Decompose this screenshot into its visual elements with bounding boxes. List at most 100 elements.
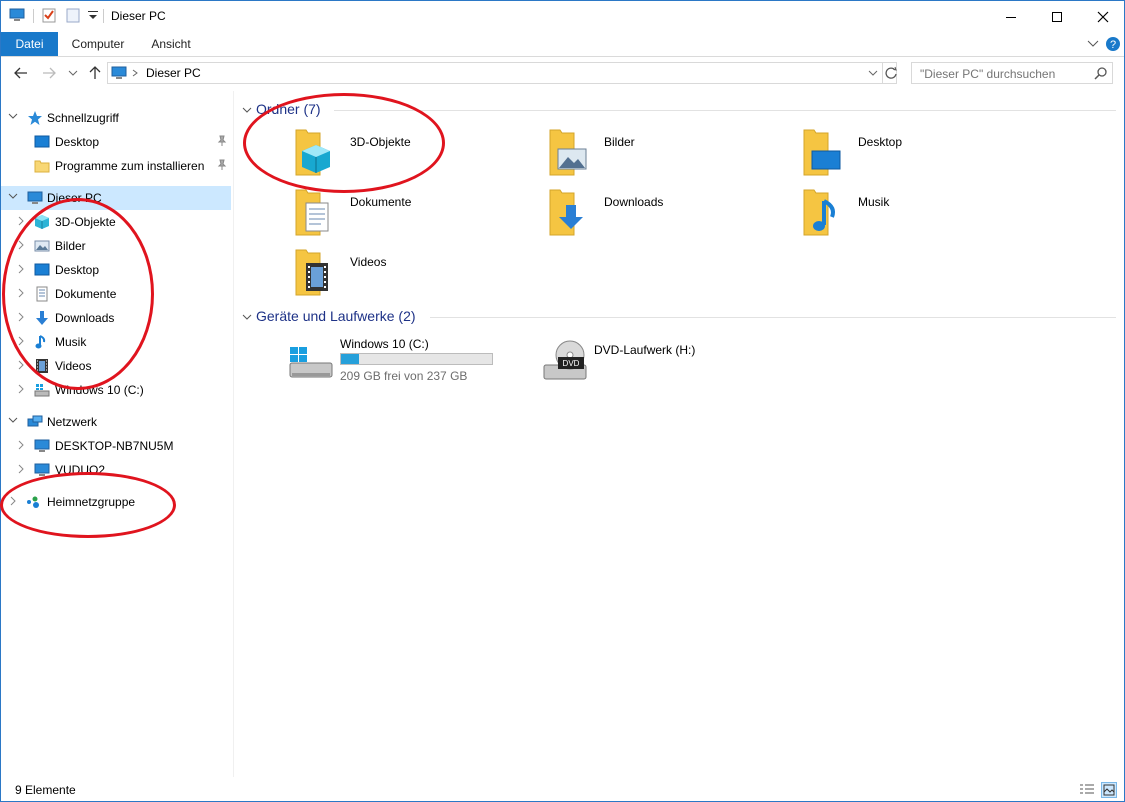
dvd-drive-icon: DVD: [543, 340, 587, 380]
details-view-icon[interactable]: [1079, 783, 1095, 797]
folder-tile-music[interactable]: Musik: [800, 187, 1040, 243]
navigation-pane: Schnellzugriff Desktop Programme zum ins…: [1, 91, 234, 777]
group-divider: [334, 110, 1116, 111]
chevron-right-icon[interactable]: [15, 360, 27, 372]
nav-label: Musik: [55, 335, 87, 349]
group-header-folders[interactable]: Ordner (7): [256, 101, 321, 117]
drive-usage-bar: [340, 353, 493, 365]
nav-desktop[interactable]: Desktop: [1, 258, 231, 282]
nav-quick-desktop[interactable]: Desktop: [1, 130, 231, 154]
chevron-down-icon[interactable]: [242, 106, 252, 114]
computer-icon: [34, 439, 50, 452]
chevron-down-icon[interactable]: [7, 192, 19, 204]
search-input[interactable]: [918, 65, 1092, 83]
drive-tile-dvd[interactable]: DVD DVD-Laufwerk (H:): [542, 337, 782, 393]
folder-documents-icon: [295, 189, 329, 236]
forward-button[interactable]: [39, 63, 59, 83]
nav-music[interactable]: Musik: [1, 330, 231, 354]
nav-pictures[interactable]: Bilder: [1, 234, 231, 258]
chevron-right-icon[interactable]: [15, 440, 27, 452]
back-button[interactable]: [11, 63, 31, 83]
maximize-button[interactable]: [1034, 1, 1080, 32]
nav-network-desktop[interactable]: DESKTOP-NB7NU5M: [1, 434, 231, 458]
chevron-down-icon[interactable]: [1087, 39, 1099, 49]
nav-quick-access[interactable]: Schnellzugriff: [1, 106, 231, 130]
new-folder-icon[interactable]: [65, 7, 81, 23]
chevron-right-icon[interactable]: [15, 312, 27, 324]
tile-label: Desktop: [858, 135, 903, 149]
pin-icon[interactable]: [217, 135, 227, 147]
up-button[interactable]: [85, 63, 105, 83]
folder-tile-3d-objects[interactable]: 3D-Objekte: [292, 127, 532, 183]
refresh-icon[interactable]: [884, 66, 898, 80]
close-button[interactable]: [1080, 1, 1124, 32]
chevron-right-icon[interactable]: [7, 496, 19, 508]
chevron-down-icon[interactable]: [7, 112, 19, 124]
nav-documents[interactable]: Dokumente: [1, 282, 231, 306]
nav-label: VUDUO2: [55, 463, 106, 477]
tile-label: Videos: [350, 255, 387, 269]
chevron-right-icon[interactable]: [15, 216, 27, 228]
nav-3d-objects[interactable]: 3D-Objekte: [1, 210, 231, 234]
nav-label: Bilder: [55, 239, 86, 253]
computer-icon[interactable]: [9, 7, 25, 23]
pictures-icon: [34, 240, 50, 252]
nav-network-vuduo2[interactable]: VUDUO2: [1, 458, 231, 482]
address-bar[interactable]: Dieser PC: [107, 62, 897, 84]
nav-homegroup[interactable]: Heimnetzgruppe: [1, 490, 231, 514]
folder-tile-documents[interactable]: Dokumente: [292, 187, 532, 243]
nav-this-pc[interactable]: Dieser PC: [1, 186, 231, 210]
close-icon: [1097, 11, 1109, 22]
drive-tile-c[interactable]: Windows 10 (C:) 209 GB frei von 237 GB: [288, 337, 558, 393]
folder-tile-videos[interactable]: Videos: [292, 247, 532, 303]
window-title: Dieser PC: [111, 9, 166, 23]
large-icons-view-icon[interactable]: [1101, 782, 1117, 798]
group-header-drives[interactable]: Geräte und Laufwerke (2): [256, 308, 416, 324]
chevron-down-icon[interactable]: [242, 313, 252, 321]
search-icon[interactable]: [1094, 66, 1108, 80]
nav-downloads[interactable]: Downloads: [1, 306, 231, 330]
folder-tile-desktop[interactable]: Desktop: [800, 127, 1040, 183]
nav-label: Netzwerk: [47, 415, 98, 429]
content-pane: Ordner (7) 3D-Objekte Bilder Desktop Dok…: [234, 91, 1124, 777]
chevron-right-icon[interactable]: [15, 240, 27, 252]
chevron-right-icon[interactable]: [15, 288, 27, 300]
recent-locations-button[interactable]: [63, 63, 83, 83]
maximize-icon: [1052, 11, 1062, 22]
chevron-down-icon[interactable]: [7, 416, 19, 428]
chevron-right-icon: [132, 69, 138, 77]
chevron-right-icon[interactable]: [15, 384, 27, 396]
nav-drive-c[interactable]: Windows 10 (C:): [1, 378, 231, 402]
nav-videos[interactable]: Videos: [1, 354, 231, 378]
pin-icon[interactable]: [217, 159, 227, 171]
arrow-right-icon: [43, 67, 56, 79]
folder-tile-pictures[interactable]: Bilder: [546, 127, 786, 183]
arrow-left-icon: [14, 67, 27, 79]
tile-label: Downloads: [604, 195, 664, 209]
explorer-window: Dieser PC Datei Computer Ansicht ? Diese…: [0, 0, 1125, 802]
chevron-right-icon[interactable]: [15, 264, 27, 276]
folder-tile-downloads[interactable]: Downloads: [546, 187, 786, 243]
svg-text:DVD: DVD: [563, 359, 580, 368]
search-box[interactable]: [911, 62, 1113, 84]
nav-quick-programme[interactable]: Programme zum installieren: [1, 154, 231, 178]
desktop-icon: [34, 135, 50, 148]
chevron-right-icon[interactable]: [15, 336, 27, 348]
folder-3d-objects-icon: [295, 129, 330, 176]
help-icon[interactable]: ?: [1105, 36, 1121, 52]
properties-icon[interactable]: [41, 7, 57, 23]
computer-icon: [34, 463, 50, 476]
group-divider: [430, 317, 1116, 318]
status-item-count: 9 Elemente: [15, 783, 76, 797]
chevron-down-icon[interactable]: [868, 69, 878, 77]
tab-computer[interactable]: Computer: [63, 32, 133, 56]
tab-datei[interactable]: Datei: [1, 32, 58, 56]
ribbon-tabs: Datei Computer Ansicht ?: [1, 32, 1124, 57]
chevron-right-icon[interactable]: [15, 464, 27, 476]
nav-label: Downloads: [55, 311, 115, 325]
minimize-button[interactable]: [988, 1, 1034, 32]
tab-ansicht[interactable]: Ansicht: [141, 32, 201, 56]
nav-label: Dieser PC: [47, 191, 102, 205]
nav-network[interactable]: Netzwerk: [1, 410, 231, 434]
customize-toolbar-icon[interactable]: [85, 7, 101, 23]
